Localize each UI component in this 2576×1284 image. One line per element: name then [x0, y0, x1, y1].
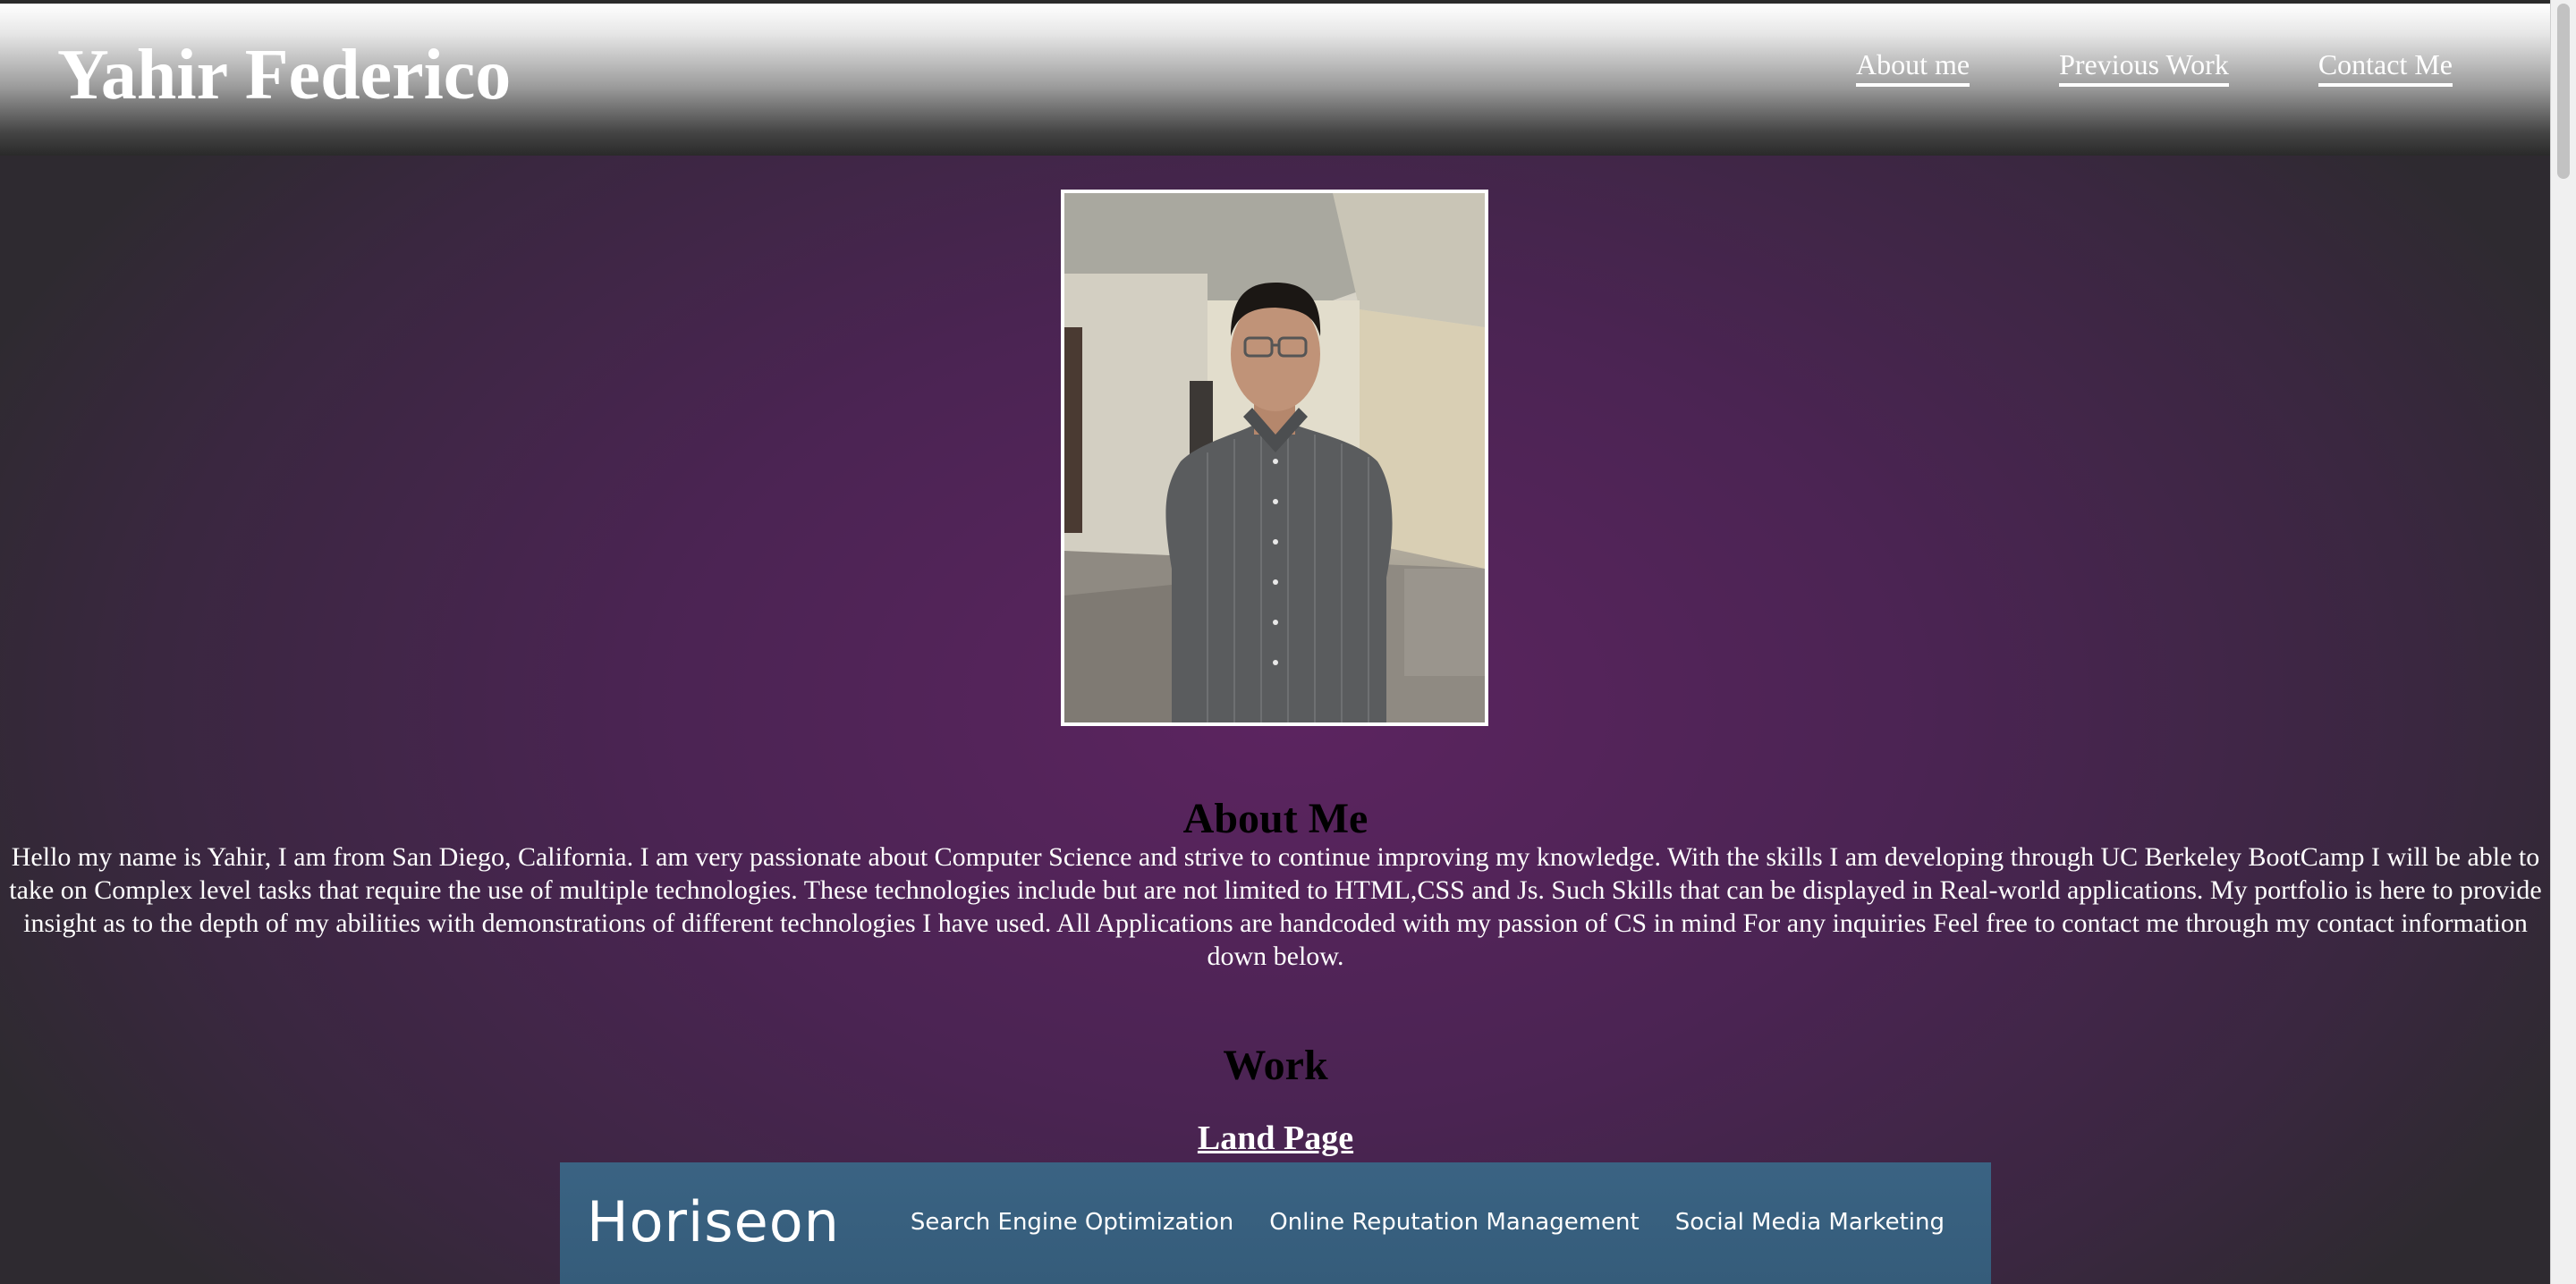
about-text: Hello my name is Yahir, I am from San Di… [9, 842, 2542, 971]
project-link-land-page[interactable]: Land Page [0, 1121, 2551, 1155]
preview-brand-logo: Horiseon [587, 1189, 840, 1254]
nav-link-about-me[interactable]: About me [1856, 48, 1970, 87]
scrollbar-thumb[interactable] [2557, 4, 2570, 179]
site-header: Yahir Federico About me Previous Work Co… [0, 0, 2551, 156]
preview-nav-item: Search Engine Optimization [910, 1209, 1234, 1236]
about-heading: About Me [1182, 795, 1368, 842]
profile-photo [1061, 190, 1488, 726]
preview-nav-item: Social Media Marketing [1674, 1209, 1945, 1236]
nav-link-contact-me[interactable]: Contact Me [2318, 48, 2453, 87]
work-heading: Work [1223, 1042, 1328, 1089]
site-title: Yahir Federico [57, 36, 512, 114]
main-nav: About me Previous Work Contact Me [1856, 48, 2453, 87]
vertical-scrollbar[interactable] [2550, 0, 2576, 1284]
preview-nav: Search Engine Optimization Online Reputa… [911, 1209, 1945, 1236]
nav-link-previous-work[interactable]: Previous Work [2059, 48, 2229, 87]
preview-nav-item: Online Reputation Management [1269, 1209, 1640, 1236]
browser-viewport: Yahir Federico About me Previous Work Co… [0, 0, 2576, 1284]
project-preview-image[interactable]: Horiseon Search Engine Optimization Onli… [560, 1162, 1991, 1284]
